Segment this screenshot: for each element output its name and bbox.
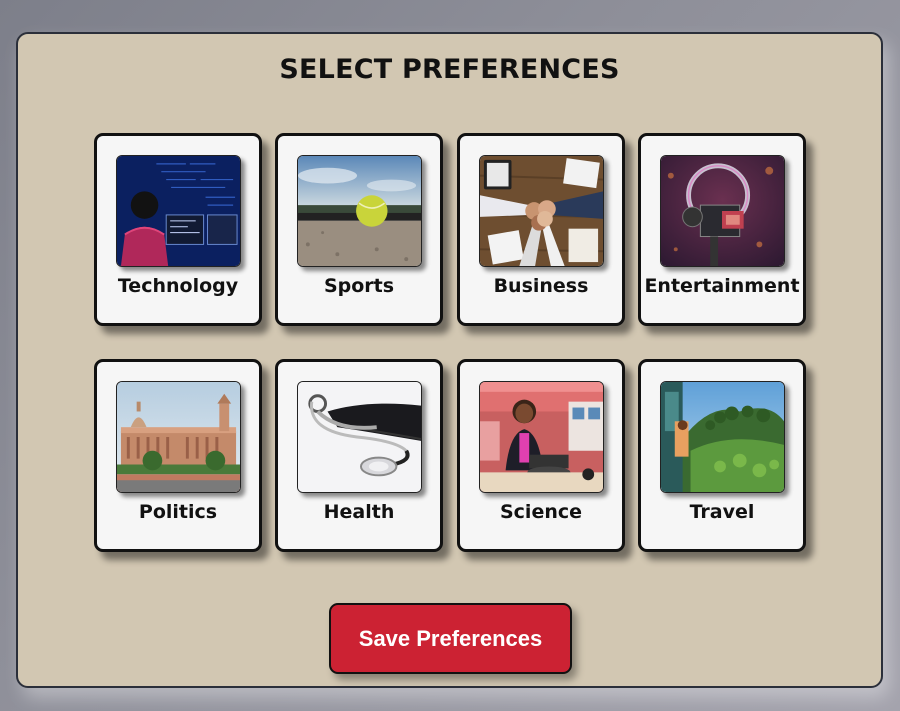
category-card-business[interactable]: Business — [457, 133, 625, 326]
entertainment-image — [660, 155, 785, 267]
category-label: Politics — [138, 501, 218, 523]
technology-image — [116, 155, 241, 267]
preferences-panel: SELECT PREFERENCES Technology Sports Bus… — [16, 32, 883, 688]
category-label: Travel — [689, 501, 755, 523]
category-card-science[interactable]: Science — [457, 359, 625, 552]
category-card-technology[interactable]: Technology — [94, 133, 262, 326]
travel-image — [660, 381, 785, 493]
category-card-politics[interactable]: Politics — [94, 359, 262, 552]
category-label: Science — [499, 501, 583, 523]
category-label: Sports — [323, 275, 395, 297]
category-card-entertainment[interactable]: Entertainment — [638, 133, 806, 326]
category-card-travel[interactable]: Travel — [638, 359, 806, 552]
category-label: Technology — [117, 275, 239, 297]
health-image — [297, 381, 422, 493]
category-label: Entertainment — [644, 275, 800, 297]
category-card-health[interactable]: Health — [275, 359, 443, 552]
science-image — [479, 381, 604, 493]
page-title: SELECT PREFERENCES — [279, 54, 620, 85]
save-preferences-button[interactable]: Save Preferences — [329, 603, 572, 674]
sports-image — [297, 155, 422, 267]
business-image — [479, 155, 604, 267]
category-card-sports[interactable]: Sports — [275, 133, 443, 326]
category-label: Business — [493, 275, 589, 297]
category-label: Health — [323, 501, 395, 523]
politics-image — [116, 381, 241, 493]
